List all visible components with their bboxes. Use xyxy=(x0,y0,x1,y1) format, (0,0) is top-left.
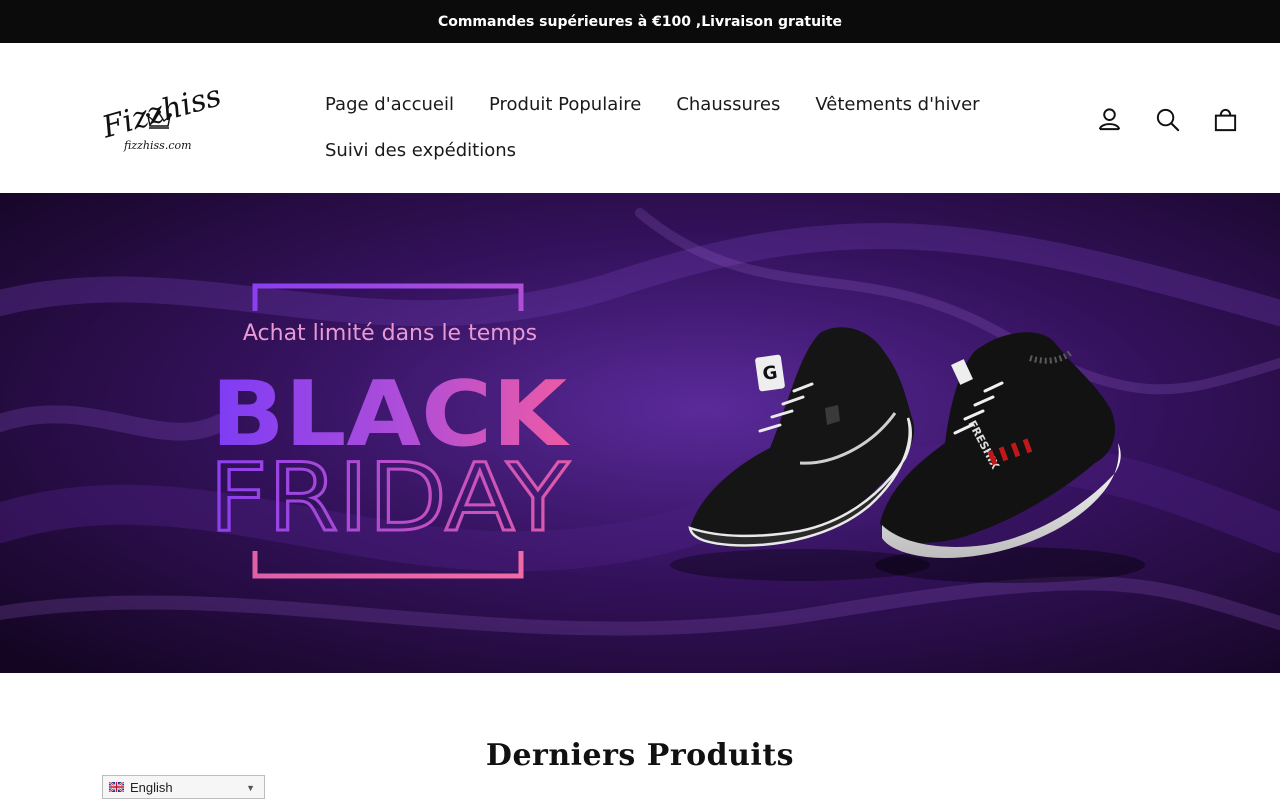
hero-banner[interactable]: Achat limité dans le temps BLACK FRIDAY … xyxy=(0,193,1280,673)
nav-item-shoes[interactable]: Chaussures xyxy=(676,94,780,115)
uk-flag-icon xyxy=(109,782,124,792)
nav-item-shipment-tracking[interactable]: Suivi des expéditions xyxy=(325,140,516,161)
user-icon[interactable] xyxy=(1096,106,1123,133)
nav-item-popular[interactable]: Produit Populaire xyxy=(489,94,641,115)
header-icons xyxy=(1096,106,1239,133)
language-selector[interactable]: English ▼ xyxy=(102,775,265,799)
main-nav: Page d'accueil Produit Populaire Chaussu… xyxy=(325,81,1025,173)
language-selector-value: English xyxy=(130,779,173,795)
announcement-bar: Commandes supérieures à €100 ,Livraison … xyxy=(0,0,1280,43)
logo-wordmark: Fizzhiss xyxy=(97,78,225,145)
hero-headline-friday: FRIDAY xyxy=(209,444,570,553)
hero-artwork: Achat limité dans le temps BLACK FRIDAY … xyxy=(0,193,1280,673)
site-logo[interactable]: Fizzhiss fizzhiss.com xyxy=(92,76,228,158)
search-icon[interactable] xyxy=(1154,106,1181,133)
announcement-text: Commandes supérieures à €100 ,Livraison … xyxy=(437,13,843,30)
sneaker-left-logo: G xyxy=(761,362,779,385)
chevron-down-icon: ▼ xyxy=(246,783,255,793)
section-title: Derniers Produits xyxy=(485,738,795,773)
logo-graphic: Fizzhiss fizzhiss.com xyxy=(97,78,225,152)
site-header: Fizzhiss fizzhiss.com Page d'accueil Pro… xyxy=(0,43,1280,193)
nav-item-home[interactable]: Page d'accueil xyxy=(325,94,454,115)
nav-item-winter-clothes[interactable]: Vêtements d'hiver xyxy=(815,94,979,115)
logo-domain: fizzhiss.com xyxy=(123,139,192,152)
cart-icon[interactable] xyxy=(1212,106,1239,133)
hero-tagline: Achat limité dans le temps xyxy=(243,321,537,346)
